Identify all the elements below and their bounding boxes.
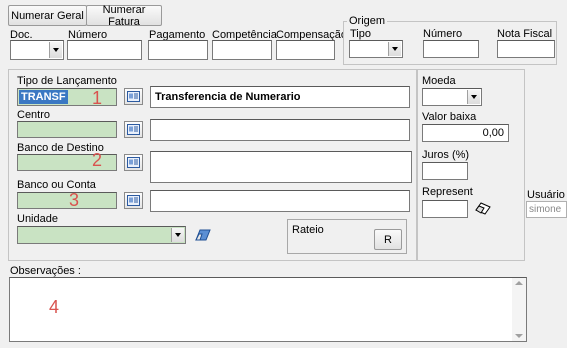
banco-conta-label: Banco ou Conta — [17, 179, 96, 191]
pagamento-input[interactable] — [148, 40, 208, 60]
represent-input[interactable] — [422, 200, 468, 218]
origem-nota-fiscal-label: Nota Fiscal — [497, 28, 553, 40]
lookup-icon — [127, 91, 140, 102]
observacoes-scrollbar[interactable] — [512, 278, 526, 341]
origem-numero-input[interactable] — [423, 40, 479, 58]
marker-2: 2 — [92, 150, 103, 170]
moeda-label: Moeda — [422, 75, 456, 87]
centro-desc — [150, 119, 410, 141]
valor-baixa-label: Valor baixa — [422, 111, 477, 123]
doc-select[interactable] — [10, 40, 64, 60]
numerar-fatura-button[interactable]: Numerar Fatura — [86, 4, 162, 28]
centro-label: Centro — [17, 109, 51, 121]
moeda-select[interactable] — [422, 88, 482, 106]
scroll-up-icon[interactable] — [515, 281, 523, 285]
rateio-label: Rateio — [292, 224, 324, 236]
tipo-lancamento-desc: Transferencia de Numerario — [150, 86, 410, 108]
eraser-icon — [195, 229, 211, 241]
usuario-label: Usuário — [527, 189, 565, 201]
tipo-lancamento-label: Tipo de Lançamento — [17, 75, 117, 87]
unidade-label: Unidade — [17, 213, 58, 225]
juros-label: Juros (%) — [422, 149, 470, 161]
origem-nota-fiscal-input[interactable] — [497, 40, 555, 58]
centro-input[interactable] — [17, 121, 117, 138]
tipo-lancamento-value: TRANSF — [19, 90, 68, 104]
observacoes-textarea[interactable] — [9, 277, 527, 342]
banco-conta-lookup-button[interactable] — [124, 192, 143, 209]
marker-3: 3 — [69, 190, 80, 210]
usuario-input: simone — [526, 201, 567, 218]
origem-tipo-select[interactable] — [349, 40, 403, 58]
observacoes-label: Observações : — [10, 265, 81, 277]
lookup-icon — [127, 157, 140, 168]
centro-lookup-button[interactable] — [124, 121, 143, 138]
chevron-down-icon[interactable] — [171, 228, 184, 242]
compensacao-input[interactable] — [276, 40, 335, 60]
chevron-down-icon[interactable] — [49, 42, 62, 58]
origem-numero-label: Número — [423, 28, 463, 40]
represent-label: Represent — [422, 186, 473, 198]
numero-input[interactable] — [67, 40, 142, 60]
origem-title: Origem — [347, 15, 388, 27]
origem-tipo-label: Tipo — [350, 28, 371, 40]
lookup-icon — [127, 195, 140, 206]
banco-conta-input[interactable] — [17, 192, 117, 209]
valor-baixa-input[interactable]: 0,00 — [422, 124, 509, 142]
chevron-down-icon[interactable] — [388, 42, 401, 56]
eraser-icon — [475, 201, 491, 215]
competencia-input[interactable] — [212, 40, 272, 60]
tipo-lancamento-lookup-button[interactable] — [124, 88, 143, 105]
banco-conta-desc — [150, 190, 410, 212]
banco-destino-lookup-button[interactable] — [124, 154, 143, 171]
unidade-clear-button[interactable] — [192, 225, 214, 245]
banco-destino-label: Banco de Destino — [17, 142, 104, 154]
lookup-icon — [127, 124, 140, 135]
marker-1: 1 — [92, 88, 103, 108]
unidade-select[interactable] — [17, 226, 186, 244]
numerar-geral-button[interactable]: Numerar Geral — [8, 5, 87, 26]
banco-destino-desc — [150, 151, 412, 183]
chevron-down-icon[interactable] — [467, 90, 480, 104]
rateio-button[interactable]: R — [374, 229, 402, 250]
juros-input[interactable] — [422, 162, 468, 180]
represent-clear-button[interactable] — [472, 198, 494, 218]
marker-4: 4 — [49, 297, 60, 317]
scroll-down-icon[interactable] — [515, 334, 523, 338]
